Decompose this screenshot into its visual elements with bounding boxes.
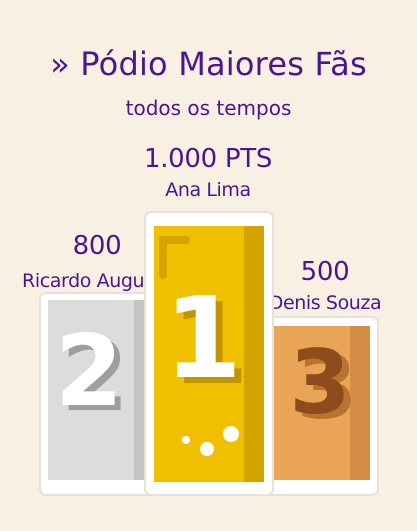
third-place-rank-numeral: 3 — [289, 331, 350, 434]
first-place-rank-numeral: 1 — [164, 274, 242, 404]
first-place-block: 1 1 — [144, 211, 274, 496]
third-place-block: 3 3 — [263, 316, 379, 496]
podium-illustration: 2 2 3 3 1 1 — [39, 211, 379, 496]
decor-dot — [182, 436, 190, 444]
decor-dot — [200, 442, 214, 456]
second-place-block: 2 2 — [39, 292, 163, 496]
second-place-rank-numeral: 2 — [55, 315, 123, 429]
decor-dot — [223, 426, 239, 442]
